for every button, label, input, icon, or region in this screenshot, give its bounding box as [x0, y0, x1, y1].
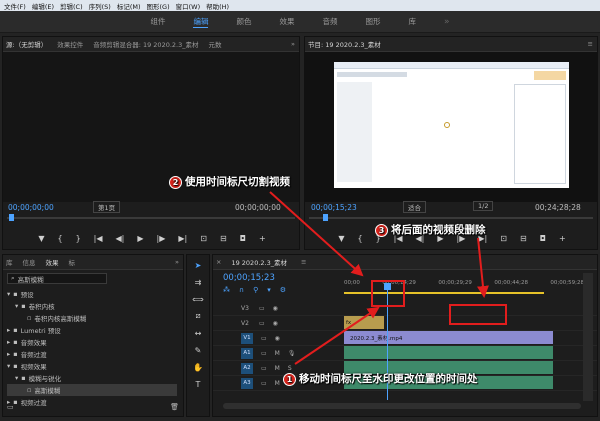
callout-2-text: 使用时间标尺切割视频	[185, 176, 290, 188]
callout-1-text: 移动时间标尺至水印更改位置的时间处	[299, 373, 478, 385]
arrow-delete	[477, 237, 489, 298]
step-2-badge: 2	[169, 175, 182, 189]
step-3-badge: 3	[375, 223, 388, 237]
callout-2: 2 使用时间标尺切割视频	[169, 174, 290, 189]
step-1-badge: 1	[283, 372, 296, 386]
callout-1: 1 移动时间标尺至水印更改位置的时间处	[283, 371, 478, 386]
arrow-move	[294, 306, 380, 365]
callout-3-text: 将后面的视频段删除	[391, 224, 486, 236]
arrow-cut	[269, 191, 364, 277]
annotation-arrows	[269, 191, 489, 365]
callout-3: 3 将后面的视频段删除	[375, 222, 486, 237]
